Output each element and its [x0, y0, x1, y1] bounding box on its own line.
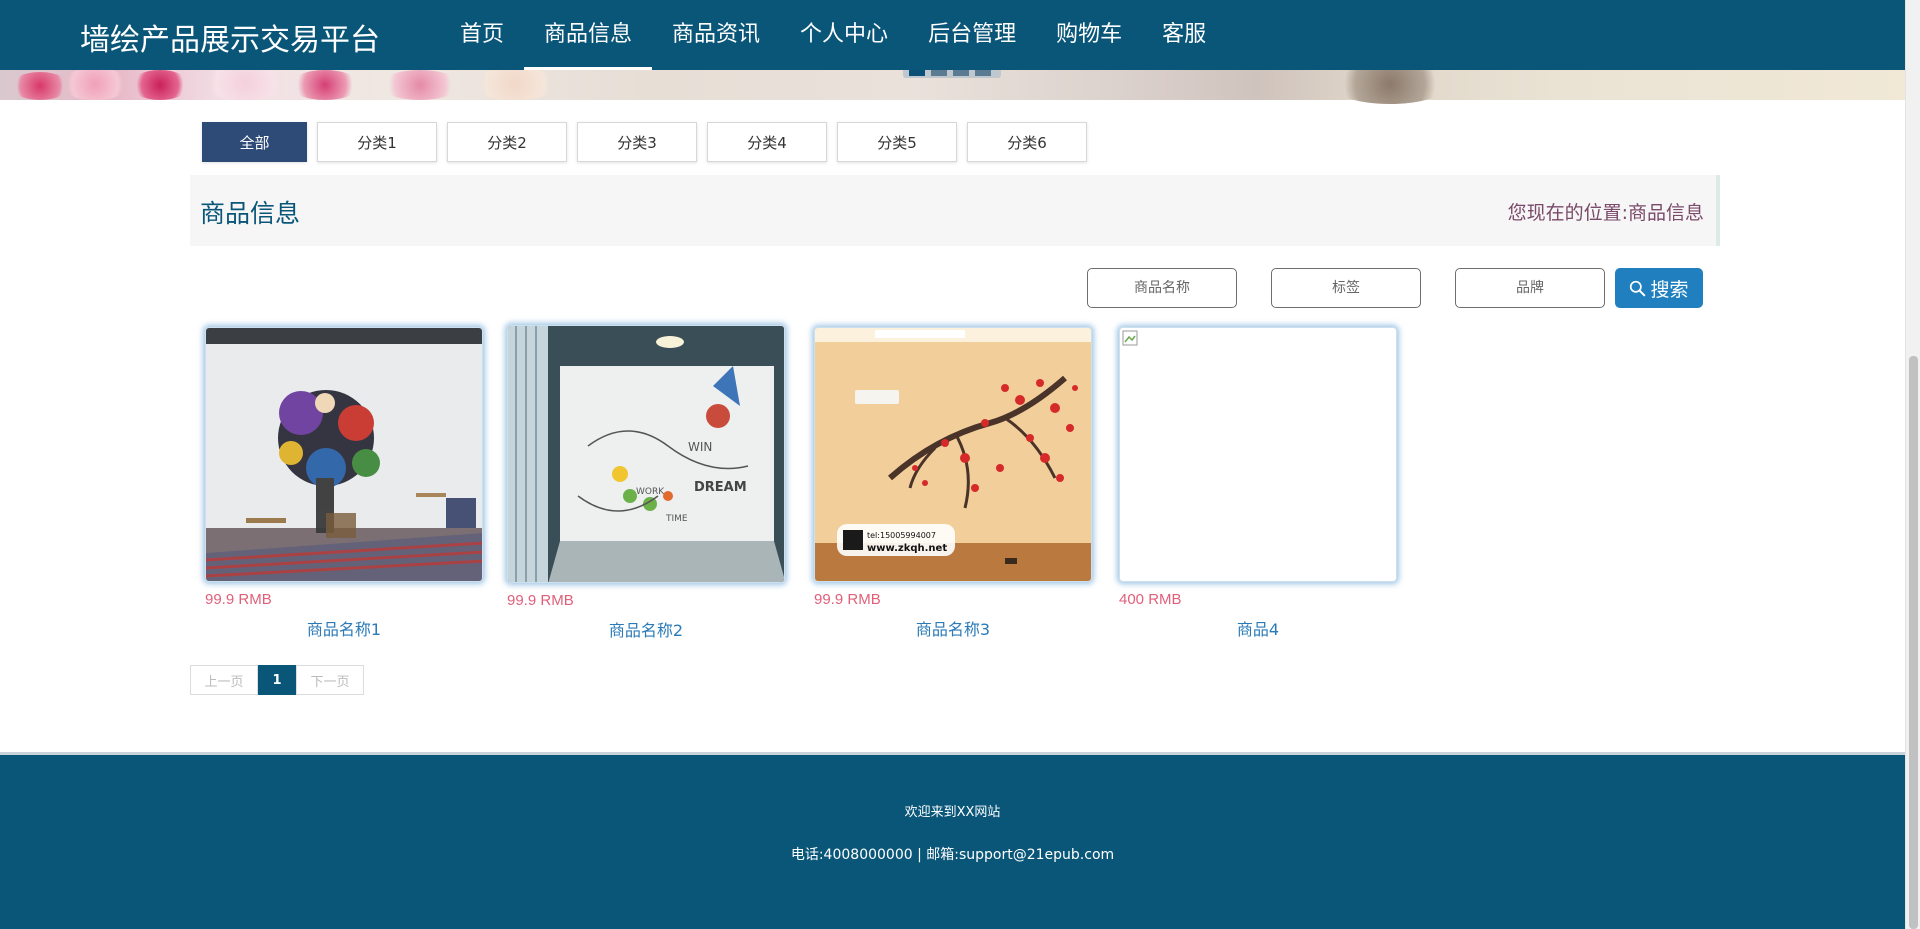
broken-image-icon [1122, 330, 1138, 346]
category-tab-3[interactable]: 分类3 [577, 122, 697, 162]
product-image-plum-blossom-wall[interactable]: tel:15005994007 www.zkqh.net [814, 327, 1092, 582]
img-text-work: WORK [636, 487, 665, 497]
product-name-link[interactable]: 商品名称1 [205, 616, 483, 640]
img-text-win: WIN [688, 440, 712, 454]
product-price: 99.9 RMB [205, 591, 272, 608]
footer: 欢迎来到XX网站 电话:4008000000 | 邮箱:support@21ep… [0, 752, 1905, 929]
site-brand[interactable]: 墙绘产品展示交易平台 [80, 15, 380, 59]
main-menu: 首页 商品信息 商品资讯 个人中心 后台管理 购物车 客服 [440, 0, 1226, 70]
img-text-time: TIME [665, 514, 688, 524]
footer-welcome: 欢迎来到XX网站 [904, 805, 1001, 820]
nav-item-news[interactable]: 商品资讯 [652, 0, 780, 70]
top-navbar: 墙绘产品展示交易平台 首页 商品信息 商品资讯 个人中心 后台管理 购物车 客服 [0, 0, 1905, 70]
nav-item-home[interactable]: 首页 [440, 0, 524, 70]
product-card[interactable]: 99.9 RMB 商品名称1 [205, 327, 490, 639]
category-tab-5[interactable]: 分类5 [837, 122, 957, 162]
pagination-next[interactable]: 下一页 [296, 665, 364, 695]
product-name-link[interactable]: 商品名称3 [814, 616, 1092, 640]
pagination-page-current[interactable]: 1 [258, 665, 296, 695]
breadcrumb-label: 您现在的位置: [1507, 202, 1628, 224]
nav-item-cart[interactable]: 购物车 [1036, 0, 1142, 70]
product-card[interactable]: tel:15005994007 www.zkqh.net 99.9 RMB 商品… [814, 327, 1099, 639]
product-image-graffiti-wall[interactable] [205, 327, 483, 582]
product-image-broken[interactable] [1119, 327, 1397, 582]
tag-search-input[interactable] [1271, 268, 1421, 308]
section-title: 商品信息 [200, 199, 301, 228]
breadcrumb: 您现在的位置:商品信息 [1508, 198, 1704, 225]
product-price: 99.9 RMB [814, 591, 881, 608]
product-card[interactable]: WIN WORK DREAM TIME 99.9 RMB 商品名称2 [507, 325, 792, 640]
page: 墙绘产品展示交易平台 首页 商品信息 商品资讯 个人中心 后台管理 购物车 客服… [0, 0, 1920, 929]
product-image-dream-wall[interactable]: WIN WORK DREAM TIME [507, 325, 785, 583]
product-name-search-input[interactable] [1087, 268, 1237, 308]
breadcrumb-current[interactable]: 商品信息 [1628, 202, 1704, 224]
search-button[interactable]: 搜索 [1615, 268, 1703, 308]
product-card[interactable]: 400 RMB 商品4 [1119, 327, 1404, 639]
product-price: 400 RMB [1119, 591, 1182, 608]
category-tabs: 全部 分类1 分类2 分类3 分类4 分类5 分类6 [202, 122, 1087, 162]
scrollbar-thumb[interactable] [1909, 356, 1918, 929]
brand-search-input[interactable] [1455, 268, 1605, 308]
pagination-prev[interactable]: 上一页 [190, 665, 258, 695]
category-tab-1[interactable]: 分类1 [317, 122, 437, 162]
pagination: 上一页 1 下一页 [190, 665, 364, 695]
product-name-link[interactable]: 商品名称2 [507, 617, 785, 641]
section-header: 商品信息 您现在的位置:商品信息 [190, 175, 1720, 246]
nav-item-admin[interactable]: 后台管理 [908, 0, 1036, 70]
img-text-url: www.zkqh.net [867, 543, 947, 554]
search-button-label: 搜索 [1650, 278, 1689, 301]
page-scrollbar[interactable] [1905, 0, 1920, 929]
category-tab-4[interactable]: 分类4 [707, 122, 827, 162]
img-text-tel: tel:15005994007 [867, 531, 936, 540]
product-name-link[interactable]: 商品4 [1119, 616, 1397, 640]
search-icon [1630, 280, 1646, 296]
nav-item-service[interactable]: 客服 [1142, 0, 1226, 70]
img-text-dream: DREAM [694, 480, 747, 495]
product-price: 99.9 RMB [507, 592, 574, 609]
category-tab-2[interactable]: 分类2 [447, 122, 567, 162]
category-tab-6[interactable]: 分类6 [967, 122, 1087, 162]
footer-contact: 电话:4008000000 | 邮箱:support@21epub.com [790, 847, 1115, 863]
nav-item-products[interactable]: 商品信息 [524, 0, 653, 70]
category-tab-all[interactable]: 全部 [202, 122, 307, 162]
nav-item-profile[interactable]: 个人中心 [780, 0, 908, 70]
